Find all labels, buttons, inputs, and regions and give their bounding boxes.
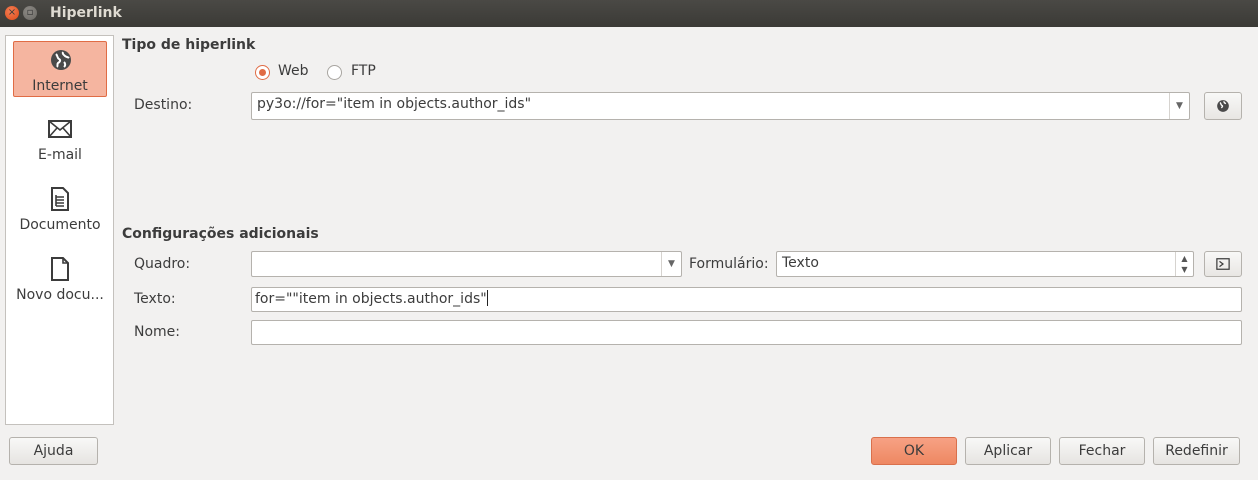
sidebar-item-new-document[interactable]: Novo docu... — [13, 251, 107, 307]
name-input[interactable] — [251, 320, 1242, 345]
spin-arrows-icon[interactable]: ▲ ▼ — [1175, 252, 1193, 276]
text-cursor — [486, 290, 488, 306]
text-label: Texto: — [134, 291, 176, 307]
ftp-radio-label[interactable]: FTP — [351, 63, 376, 79]
form-value: Texto — [782, 255, 819, 271]
sidebar-item-internet[interactable]: Internet — [13, 41, 107, 97]
apply-button[interactable]: Aplicar — [965, 437, 1051, 465]
web-browser-button[interactable] — [1204, 92, 1242, 120]
text-input[interactable]: for=""item in objects.author_ids" — [251, 287, 1242, 312]
close-icon: × — [7, 7, 17, 18]
chevron-down-icon[interactable]: ▼ — [661, 252, 681, 276]
hyperlink-type-heading: Tipo de hiperlink — [122, 37, 256, 53]
form-label: Formulário: — [689, 256, 769, 272]
sidebar-item-label: Documento — [19, 217, 101, 233]
frame-label: Quadro: — [134, 256, 191, 272]
sidebar-item-label: Novo docu... — [16, 287, 104, 303]
document-icon — [51, 187, 69, 211]
name-label: Nome: — [134, 324, 181, 340]
window-title: Hiperlink — [50, 5, 122, 21]
target-label: Destino: — [134, 97, 193, 113]
macro-icon — [1216, 258, 1230, 270]
sidebar-item-document[interactable]: Documento — [13, 181, 107, 237]
sidebar-item-label: E-mail — [38, 147, 82, 163]
web-radio[interactable] — [255, 65, 270, 80]
ftp-radio[interactable] — [327, 65, 342, 80]
hyperlink-category-sidebar: Internet E-mail Documento Novo docu... — [5, 35, 114, 425]
frame-combobox[interactable]: ▼ — [251, 251, 682, 277]
close-button[interactable]: Fechar — [1059, 437, 1145, 465]
chevron-down-icon[interactable]: ▼ — [1169, 93, 1189, 119]
additional-settings-heading: Configurações adicionais — [122, 226, 319, 242]
help-button[interactable]: Ajuda — [9, 437, 98, 465]
text-value: for=""item in objects.author_ids" — [255, 291, 487, 307]
target-combobox[interactable]: py3o://for="item in objects.author_ids" … — [251, 92, 1190, 120]
window-close-button[interactable]: × — [5, 6, 19, 20]
window-titlebar: × ▫ Hiperlink — [0, 0, 1258, 27]
sidebar-item-label: Internet — [32, 78, 88, 94]
envelope-icon — [48, 120, 72, 138]
window-maximize-button[interactable]: ▫ — [23, 6, 37, 20]
events-button[interactable] — [1204, 251, 1242, 277]
sidebar-item-email[interactable]: E-mail — [13, 111, 107, 167]
form-select[interactable]: Texto ▲ ▼ — [776, 251, 1194, 277]
target-value: py3o://for="item in objects.author_ids" — [257, 96, 532, 112]
web-radio-label[interactable]: Web — [278, 63, 309, 79]
ok-button[interactable]: OK — [871, 437, 957, 465]
globe-icon — [1217, 100, 1229, 112]
maximize-icon: ▫ — [26, 7, 34, 18]
globe-icon — [51, 50, 71, 70]
reset-button[interactable]: Redefinir — [1153, 437, 1240, 465]
new-document-icon — [51, 257, 69, 281]
